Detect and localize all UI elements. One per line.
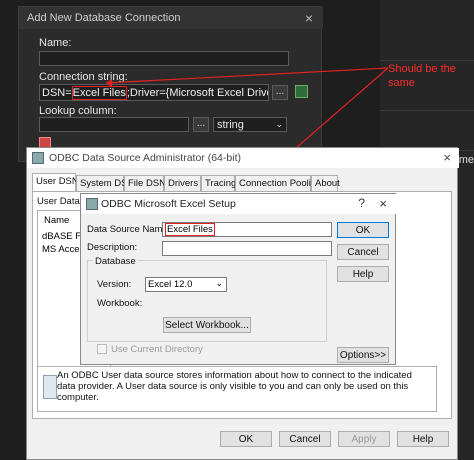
- tab-drivers[interactable]: Drivers: [164, 175, 201, 191]
- dialog-title: ODBC Microsoft Excel Setup: [81, 194, 397, 214]
- version-select[interactable]: Excel 12.0 ⌄: [145, 277, 227, 292]
- ok-button[interactable]: OK: [220, 431, 272, 447]
- help-icon[interactable]: ?: [358, 196, 365, 210]
- chevron-down-icon: ⌄: [215, 278, 223, 288]
- ds-name-value: Excel Files: [165, 223, 215, 236]
- arrow-head-1: [106, 79, 112, 87]
- info-computer-icon: [43, 375, 57, 399]
- odbc-icon: [86, 198, 98, 210]
- use-current-dir-checkbox[interactable]: [97, 344, 107, 354]
- description-input[interactable]: [162, 241, 332, 256]
- cancel-button[interactable]: Cancel: [279, 431, 331, 447]
- use-current-dir-label: Use Current Directory: [111, 344, 203, 355]
- tab-user-dsn[interactable]: User DSN: [32, 173, 79, 192]
- odbc-icon: [32, 152, 44, 164]
- help-button[interactable]: Help: [337, 266, 389, 282]
- apply-button[interactable]: Apply: [338, 431, 390, 447]
- tab-file-dsn[interactable]: File DSN: [124, 175, 166, 191]
- workbook-label: Workbook:: [97, 298, 143, 309]
- cancel-button[interactable]: Cancel: [337, 244, 389, 260]
- arrow-line-1: [105, 67, 389, 84]
- tab-system-dsn[interactable]: System DSN: [76, 175, 134, 191]
- help-button[interactable]: Help: [397, 431, 449, 447]
- tab-connection-pooling[interactable]: Connection Pooling: [235, 175, 321, 191]
- ds-name-label: Data Source Name:: [87, 224, 171, 235]
- ds-name-input[interactable]: Excel Files: [162, 222, 332, 237]
- list-header-name: Name: [44, 215, 70, 226]
- database-group-label: Database: [93, 256, 138, 267]
- ok-button[interactable]: OK: [337, 222, 389, 238]
- info-description: An ODBC User data source stores informat…: [57, 370, 412, 403]
- version-value: Excel 12.0: [148, 279, 193, 290]
- tab-about[interactable]: About: [311, 175, 340, 191]
- version-label: Version:: [97, 279, 132, 290]
- window-title: ODBC Data Source Administrator (64-bit): [27, 148, 459, 168]
- description-label: Description:: [87, 242, 138, 253]
- close-icon[interactable]: ×: [379, 196, 387, 211]
- tab-tracing[interactable]: Tracing: [201, 175, 236, 191]
- excel-setup-dialog: ODBC Microsoft Excel Setup ? × Data Sour…: [80, 193, 397, 365]
- options-button[interactable]: Options>>: [337, 347, 389, 363]
- close-icon[interactable]: ×: [443, 150, 451, 165]
- select-workbook-button[interactable]: Select Workbook...: [163, 317, 251, 333]
